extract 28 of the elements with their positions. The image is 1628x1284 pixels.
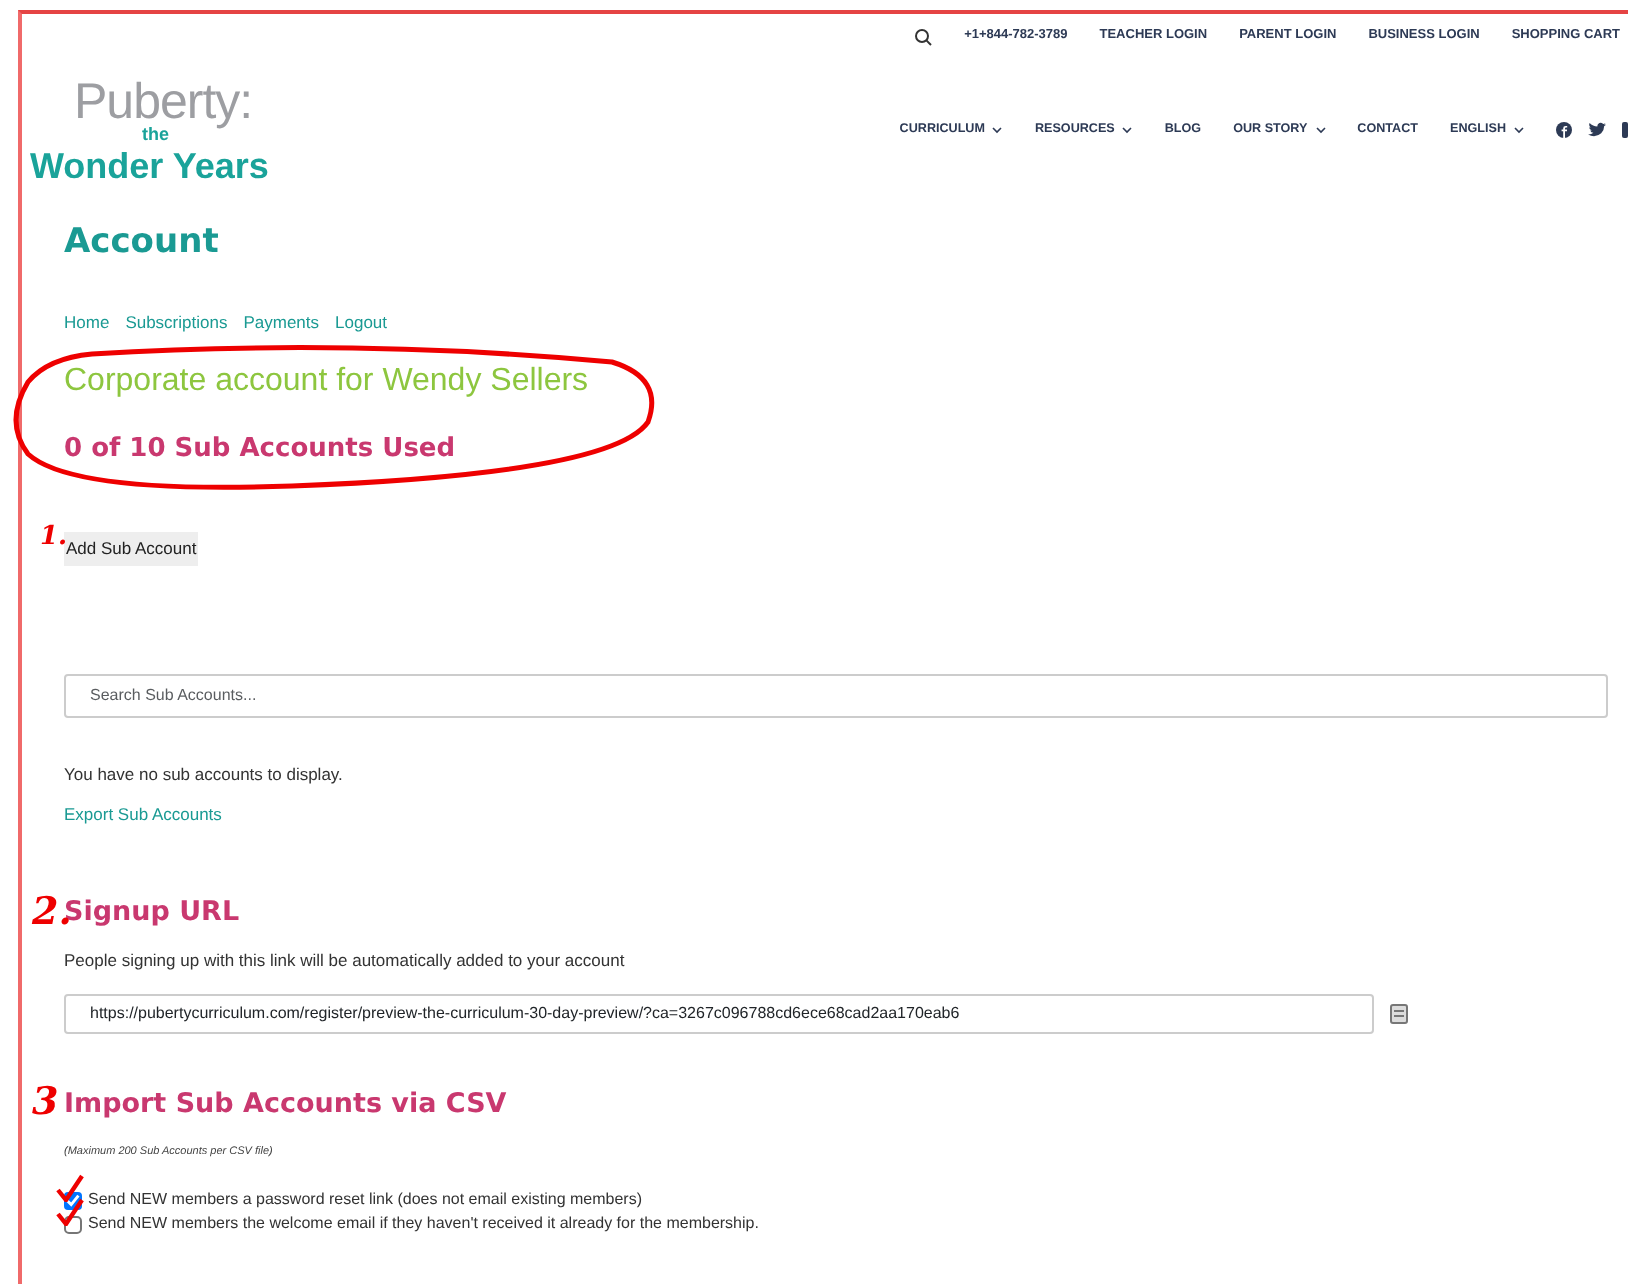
checkbox[interactable]	[64, 1191, 82, 1209]
facebook-icon[interactable]	[1556, 122, 1572, 138]
usage-count: 0 of 10 Sub Accounts Used	[64, 432, 458, 469]
logo-text: Puberty:	[74, 71, 253, 130]
checkbox-label: Send NEW members the welcome email if they haven't received it already for the membership.	[88, 1212, 759, 1236]
logo-text: Wonder Years	[30, 145, 269, 189]
logo-text: the	[142, 125, 169, 146]
clipboard-icon[interactable]	[1390, 1003, 1408, 1023]
empty-message: You have no sub accounts to display.	[64, 761, 345, 787]
corporate-title: Corporate account for Wendy Sellers	[64, 362, 591, 403]
annotation-number: 3	[32, 1077, 59, 1127]
signup-description: People signing up with this link will be automatically added to your account	[64, 947, 627, 973]
checkmark-annotation	[56, 1198, 84, 1226]
search-icon[interactable]	[914, 27, 933, 45]
checkbox[interactable]	[64, 1215, 82, 1233]
social-icon[interactable]	[1622, 122, 1628, 138]
add-sub-account-button[interactable]: Add Sub Account	[64, 531, 199, 565]
twitter-icon[interactable]	[1588, 122, 1606, 138]
checkmark-annotation	[56, 1174, 84, 1202]
page-title: Account	[64, 220, 221, 266]
url-field[interactable]: https://pubertycurriculum.com/register/preview-the-curriculum-30-day-preview/?ca=3267c096788cd6ece68cad2aa170eab6	[64, 993, 1374, 1033]
annotation-number: 1.	[40, 519, 68, 552]
search-field[interactable]: Search Sub Accounts...	[64, 673, 1608, 718]
account-nav-link[interactable]: Home	[64, 309, 110, 335]
account-nav-link[interactable]: Payments	[243, 309, 320, 335]
checkbox-label: Send NEW members a password reset link (does not email existing members)	[88, 1188, 642, 1212]
section-heading: Import Sub Accounts via CSV	[64, 1085, 509, 1123]
account-nav-link[interactable]: Subscriptions	[125, 309, 228, 335]
